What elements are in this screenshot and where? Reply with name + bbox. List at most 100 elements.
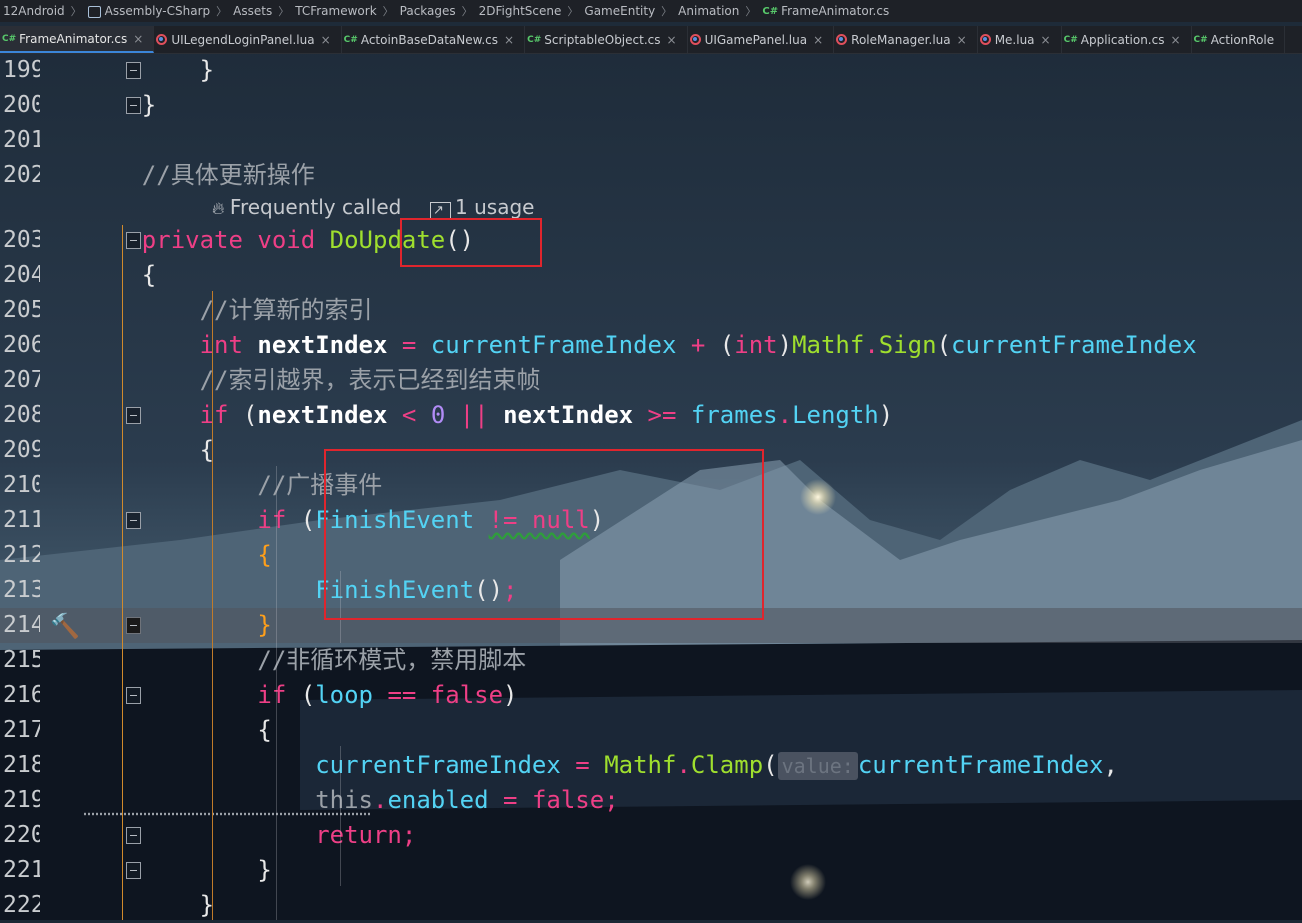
csharp-file-icon: C# <box>343 34 358 45</box>
code-line[interactable]: 220 return; <box>0 818 1302 853</box>
tab-scriptableobject-cs[interactable]: C# ScriptableObject.cs × <box>525 26 688 53</box>
code-line[interactable]: 201 <box>0 123 1302 158</box>
breadcrumb-item[interactable]: Assembly-CSharp 〉 <box>85 3 230 19</box>
breadcrumb-item[interactable]: TCFramework 〉 <box>292 3 396 19</box>
breadcrumb-item[interactable]: C# FrameAnimator.cs <box>759 4 892 18</box>
chevron-right-icon: 〉 <box>661 5 673 18</box>
code-line[interactable]: 211 if (FinishEvent != null) <box>0 503 1302 538</box>
close-icon[interactable]: × <box>504 33 514 47</box>
breadcrumb-item[interactable]: Packages 〉 <box>397 3 476 19</box>
tab-label: RoleManager.lua <box>851 32 951 47</box>
tab-uigamepanel-lua[interactable]: UIGamePanel.lua × <box>688 26 835 53</box>
usage-count-label: 1 usage <box>455 195 535 219</box>
line-number: 203 <box>3 227 40 253</box>
breadcrumb-item[interactable]: 2DFightScene 〉 <box>476 3 582 19</box>
code-text: { <box>84 541 272 569</box>
editor-tab-bar: C# FrameAnimator.cs × UILegendLoginPanel.lu… <box>0 26 1302 54</box>
code-text: int nextIndex = currentFrameIndex + (int… <box>84 331 1197 359</box>
code-line[interactable]: 204 { <box>0 258 1302 293</box>
code-line[interactable]: 213 FinishEvent(); <box>0 573 1302 608</box>
line-number: 199 <box>3 57 40 83</box>
chevron-right-icon: 〉 <box>278 5 290 18</box>
tab-label: ScriptableObject.cs <box>544 32 661 47</box>
chevron-right-icon: 〉 <box>567 5 579 18</box>
breadcrumb-label: FrameAnimator.cs <box>781 4 890 18</box>
close-icon[interactable]: × <box>133 32 143 46</box>
code-text: { <box>84 716 272 744</box>
code-text: if (loop == false) <box>84 681 518 709</box>
breadcrumb-label: Assets <box>233 4 273 18</box>
close-icon[interactable]: × <box>957 33 967 47</box>
tab-label: ActoinBaseDataNew.cs <box>360 32 499 47</box>
tab-rolemanager-lua[interactable]: RoleManager.lua × <box>834 26 978 53</box>
breadcrumb-item[interactable]: Animation 〉 <box>675 3 759 19</box>
breadcrumb-item[interactable]: 12Android 〉 <box>0 3 85 19</box>
breadcrumb-label: Packages <box>399 4 456 18</box>
line-number: 221 <box>3 857 40 883</box>
code-text: } <box>84 56 215 84</box>
line-number: 215 <box>3 647 40 673</box>
code-text: private void DoUpdate() <box>84 226 475 254</box>
close-icon[interactable]: × <box>1041 33 1051 47</box>
code-line[interactable]: 218 currentFrameIndex = Mathf.Clamp(valu… <box>0 748 1302 783</box>
code-text: return; <box>84 821 417 849</box>
tab-actoinbasedatanew-cs[interactable]: C# ActoinBaseDataNew.cs × <box>342 26 526 53</box>
code-line[interactable]: 210 //广播事件 <box>0 468 1302 503</box>
line-number: 202 <box>3 162 40 188</box>
csharp-file-icon: C# <box>1193 34 1208 45</box>
code-line[interactable]: 200 } <box>0 88 1302 123</box>
breadcrumb-label: 2DFightScene <box>478 4 562 18</box>
line-number: 210 <box>3 472 40 498</box>
code-line[interactable]: 217 { <box>0 713 1302 748</box>
code-line[interactable]: 206 int nextIndex = currentFrameIndex + … <box>0 328 1302 363</box>
tab-actionrole[interactable]: C# ActionRole <box>1192 26 1286 53</box>
chevron-right-icon: 〉 <box>70 5 82 18</box>
lua-file-icon <box>156 34 168 45</box>
close-icon[interactable]: × <box>1170 33 1180 47</box>
code-line[interactable]: 208 if (nextIndex < 0 || nextIndex >= fr… <box>0 398 1302 433</box>
hammer-icon[interactable]: 🔨 <box>50 612 80 640</box>
code-line[interactable]: 207 //索引越界，表示已经到结束帧 <box>0 363 1302 398</box>
tab-uilegendloginpanel-lua[interactable]: UILegendLoginPanel.lua × <box>154 26 342 53</box>
code-line[interactable]: 199 } <box>0 53 1302 88</box>
line-number: 220 <box>3 822 40 848</box>
code-text: //索引越界，表示已经到结束帧 <box>84 366 541 394</box>
code-line[interactable]: 212 { <box>0 538 1302 573</box>
code-text: { <box>84 436 215 464</box>
code-text: } <box>84 891 215 919</box>
code-text: } <box>84 91 157 119</box>
breadcrumb-label: TCFramework <box>295 4 377 18</box>
line-number: 219 <box>3 787 40 813</box>
code-vision-hint: 🔥︎ Frequently called ↗ 1 usage <box>0 191 1302 223</box>
usages-hint[interactable]: ↗ 1 usage <box>430 191 534 223</box>
close-icon[interactable]: × <box>667 33 677 47</box>
line-number: 205 <box>3 297 40 323</box>
tab-me-lua[interactable]: Me.lua × <box>978 26 1062 53</box>
code-line[interactable]: 202 //具体更新操作 <box>0 158 1302 193</box>
line-number: 207 <box>3 367 40 393</box>
code-line[interactable]: 203 private void DoUpdate() <box>0 223 1302 258</box>
chevron-right-icon: 〉 <box>216 5 228 18</box>
tab-application-cs[interactable]: C# Application.cs × <box>1062 26 1192 53</box>
close-icon[interactable]: × <box>321 33 331 47</box>
code-line[interactable]: 219 this.enabled = false; <box>0 783 1302 818</box>
code-line[interactable]: 215 //非循环模式，禁用脚本 <box>0 643 1302 678</box>
code-line[interactable]: 209 { <box>0 433 1302 468</box>
close-icon[interactable]: × <box>813 33 823 47</box>
code-text: { <box>84 261 157 289</box>
csharp-file-icon: C# <box>2 33 17 44</box>
code-line[interactable]: 221 } <box>0 853 1302 888</box>
tab-frameanimator-cs[interactable]: C# FrameAnimator.cs × <box>0 26 155 53</box>
code-line[interactable]: 205 //计算新的索引 <box>0 293 1302 328</box>
code-editor[interactable]: 199 } 200 } 201 202 //具体更新操作 203 private voi… <box>0 53 1302 920</box>
chevron-right-icon: 〉 <box>461 5 473 18</box>
breadcrumb-item[interactable]: GameEntity 〉 <box>581 3 675 19</box>
code-text: } <box>84 856 272 884</box>
breadcrumb-item[interactable]: Assets 〉 <box>230 3 292 19</box>
code-line[interactable]: 214 🔨 } <box>0 608 1302 643</box>
line-number: 204 <box>3 262 40 288</box>
line-number: 201 <box>3 127 40 153</box>
frequently-called-hint[interactable]: 🔥︎ Frequently called <box>212 191 401 223</box>
code-line[interactable]: 216 if (loop == false) <box>0 678 1302 713</box>
code-line[interactable]: 222 } <box>0 888 1302 923</box>
